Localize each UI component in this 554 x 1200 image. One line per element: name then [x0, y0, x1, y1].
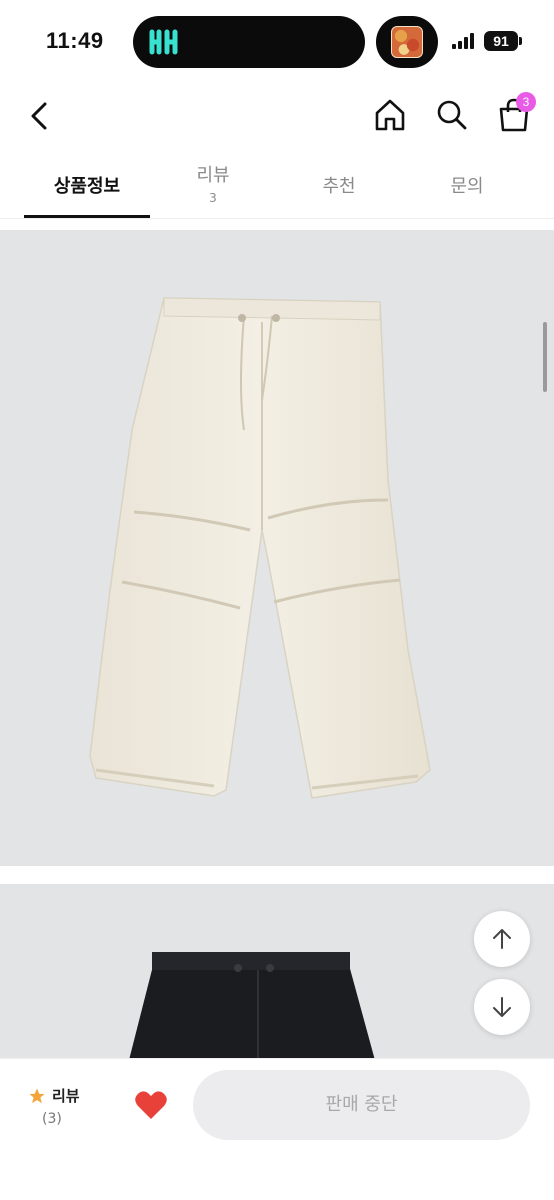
battery-level: 91: [484, 31, 518, 51]
tab-label: 상품정보: [53, 176, 121, 197]
black-pants-illustration: [128, 952, 376, 1064]
tab-inquiries[interactable]: 문의: [404, 160, 530, 220]
tab-recommendations[interactable]: 추천: [276, 160, 402, 220]
search-icon[interactable]: [434, 96, 470, 134]
cart-count-badge: 3: [516, 92, 536, 112]
arrow-down-icon: [493, 997, 511, 1017]
divider: [0, 218, 554, 219]
review-label: 리뷰: [52, 1087, 80, 1105]
product-image-cream-pants: [0, 230, 554, 866]
scrollbar[interactable]: [543, 322, 547, 392]
status-bar: 11:49 91: [0, 0, 554, 80]
tab-label: 리뷰: [196, 165, 230, 186]
tab-label: 문의: [450, 176, 484, 197]
chevron-left-icon[interactable]: [24, 98, 56, 134]
sale-suspended-button[interactable]: 판매 중단: [193, 1070, 530, 1140]
battery-icon: [519, 37, 522, 45]
app-logo-icon: [149, 29, 178, 55]
review-count: (3): [42, 1111, 62, 1127]
product-image-black-pants: [0, 884, 554, 1064]
scroll-down-button[interactable]: [474, 979, 530, 1035]
album-art-icon: [391, 26, 423, 58]
cream-pants-illustration: [89, 297, 431, 799]
home-icon[interactable]: [372, 96, 408, 134]
dynamic-island: [133, 16, 365, 68]
scroll-up-button[interactable]: [474, 911, 530, 967]
status-time: 11:49: [46, 28, 104, 53]
tab-product-info[interactable]: 상품정보: [24, 160, 150, 220]
heart-icon[interactable]: [134, 1089, 168, 1121]
arrow-up-icon: [493, 929, 511, 949]
star-icon: [29, 1088, 45, 1104]
top-nav: [0, 88, 554, 144]
product-tabs: 상품정보 리뷰 3 추천 문의: [0, 160, 554, 220]
tab-reviews[interactable]: 리뷰 3: [150, 160, 276, 220]
tab-label: 추천: [322, 176, 356, 197]
live-activity: [376, 16, 438, 68]
tab-review-count: 3: [209, 191, 217, 205]
signal-icon: [452, 33, 474, 49]
